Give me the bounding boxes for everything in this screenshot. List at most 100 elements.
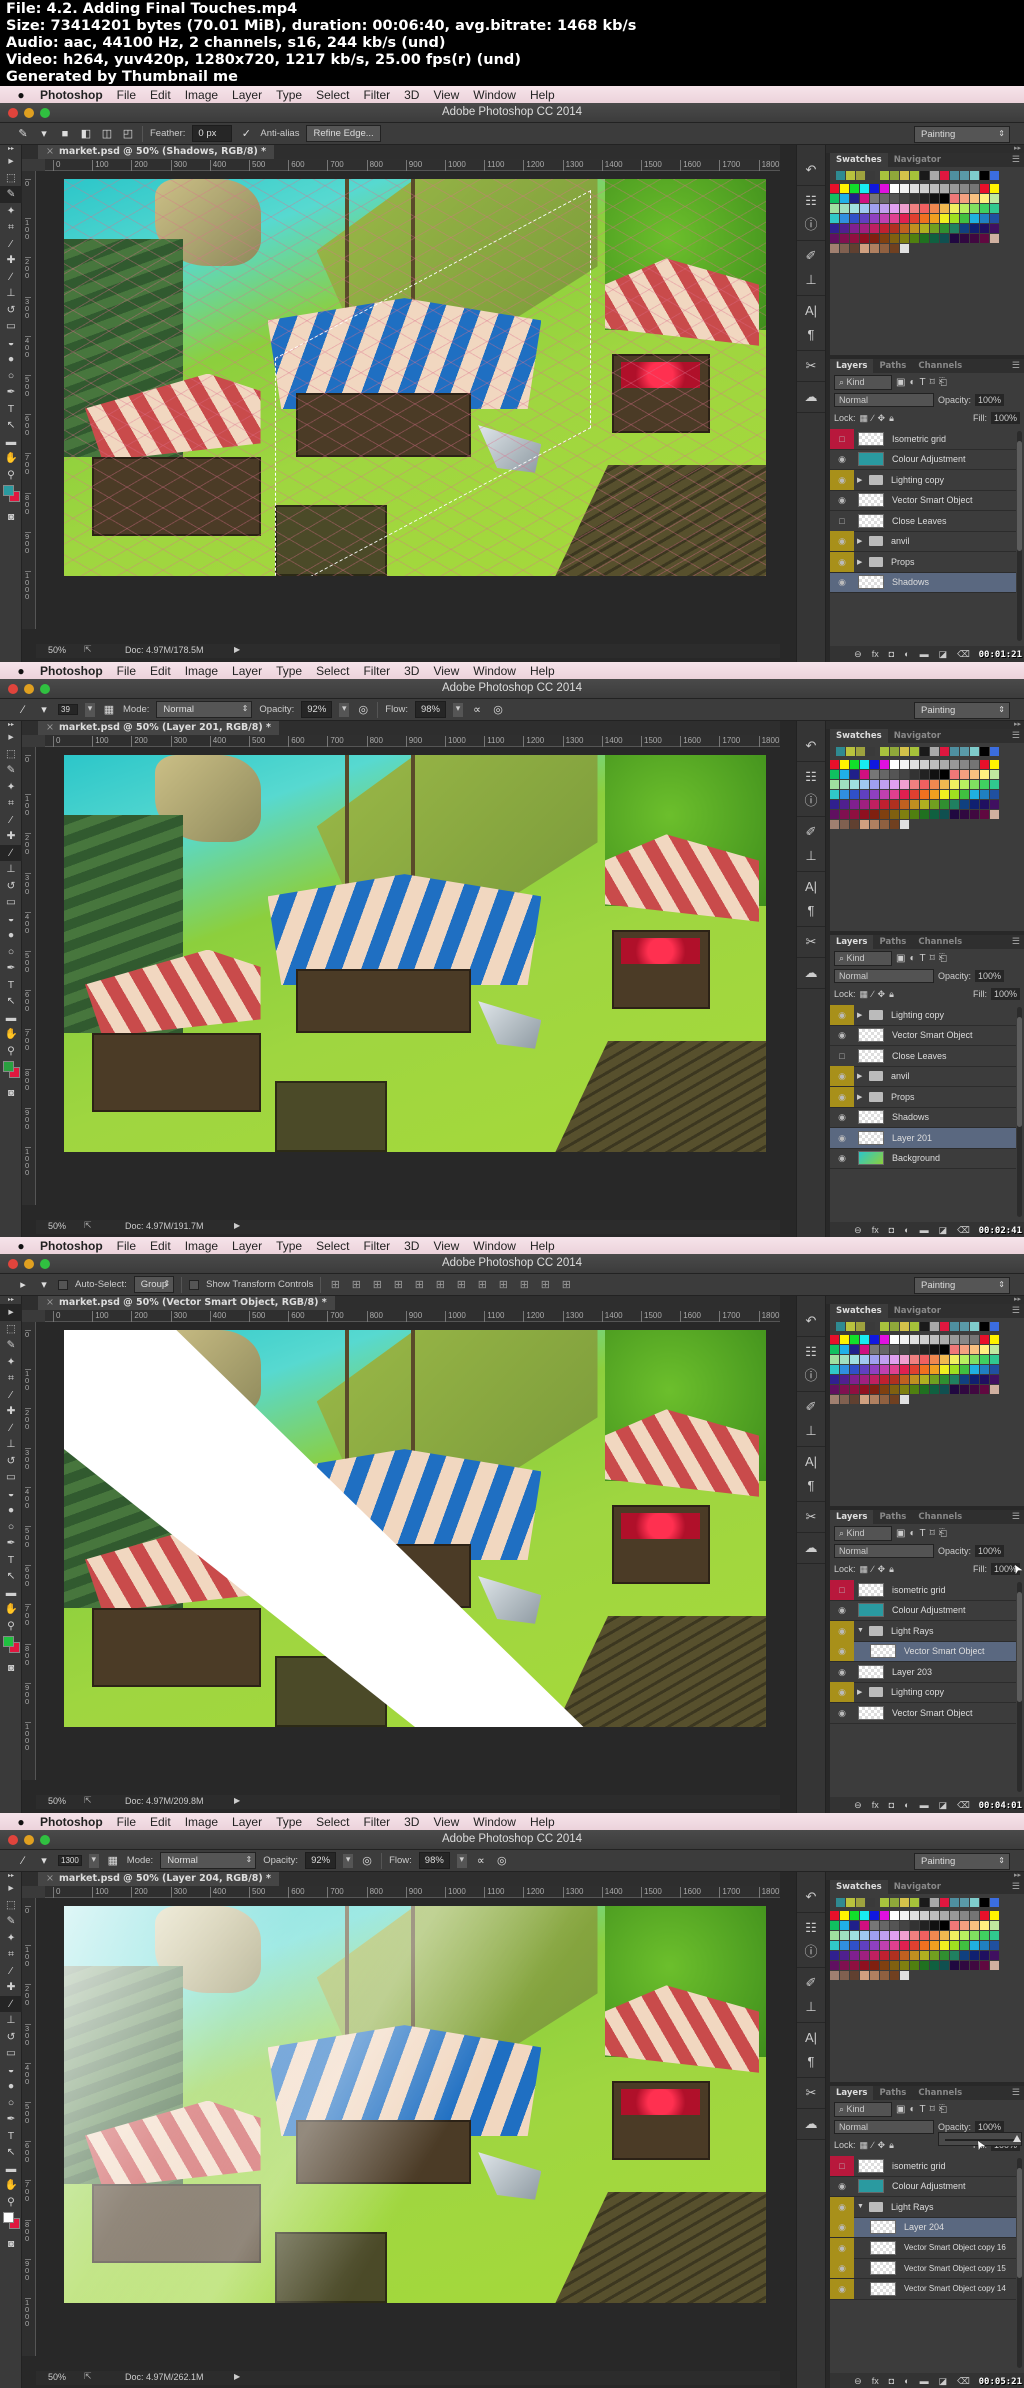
swatch[interactable] xyxy=(830,1921,839,1930)
swatch[interactable] xyxy=(860,790,869,799)
swatch[interactable] xyxy=(910,770,919,779)
swatch[interactable] xyxy=(930,1911,939,1920)
swatch[interactable] xyxy=(920,1898,929,1907)
swatch[interactable] xyxy=(880,1941,889,1950)
swatch[interactable] xyxy=(920,204,929,213)
eye-icon[interactable]: ◉ xyxy=(830,2176,854,2196)
lock-all-icon[interactable]: 🔒︎ xyxy=(889,1564,894,1575)
layer-fill-field[interactable]: 100% xyxy=(990,988,1020,1000)
swatch[interactable] xyxy=(910,760,919,769)
document-canvas[interactable] xyxy=(64,179,766,576)
panel-menu-icon[interactable]: ☰ xyxy=(1008,359,1024,373)
swatch[interactable] xyxy=(830,1375,839,1384)
menu-help[interactable]: Help xyxy=(530,88,555,102)
swatch[interactable] xyxy=(870,1375,879,1384)
swatch[interactable] xyxy=(840,1395,849,1404)
swatch[interactable] xyxy=(970,171,979,180)
adjustment-icon[interactable]: ◐ xyxy=(904,1225,909,1235)
swatch[interactable] xyxy=(910,1395,919,1404)
pen-tool[interactable]: ✒ xyxy=(0,960,22,977)
rectangle-tool[interactable]: ▬ xyxy=(0,434,22,451)
brush-picker-arrow[interactable]: ▾ xyxy=(85,702,95,717)
eyedropper-tool[interactable]: ⁄ xyxy=(0,236,22,253)
menu-view[interactable]: View xyxy=(433,664,459,678)
properties-icon[interactable]: ☷ xyxy=(797,189,825,213)
swatch[interactable] xyxy=(900,790,909,799)
swatch[interactable] xyxy=(860,1911,869,1920)
swatch[interactable] xyxy=(910,234,919,243)
swatch[interactable] xyxy=(960,770,969,779)
swatch[interactable] xyxy=(850,1375,859,1384)
zoom-level[interactable]: 50% xyxy=(48,2372,66,2382)
swatch[interactable] xyxy=(980,1931,989,1940)
menu-image[interactable]: Image xyxy=(185,88,218,102)
layer-row[interactable]: ◉ Layer 204 xyxy=(830,2217,1016,2238)
swatch[interactable] xyxy=(940,1941,949,1950)
swatch[interactable] xyxy=(910,204,919,213)
brush-picker-arrow[interactable]: ▾ xyxy=(88,1853,99,1868)
swatch[interactable] xyxy=(920,1345,929,1354)
filter-shape-icon[interactable]: ⌑ xyxy=(930,377,935,388)
eye-icon[interactable]: ◉ xyxy=(830,449,854,469)
lasso-tool[interactable]: ✎ xyxy=(0,1337,22,1354)
swatch[interactable] xyxy=(880,1375,889,1384)
menu-edit[interactable]: Edit xyxy=(150,88,171,102)
swatch[interactable] xyxy=(990,204,999,213)
swatch[interactable] xyxy=(950,234,959,243)
swatch[interactable] xyxy=(960,780,969,789)
blur-tool[interactable]: ● xyxy=(0,2078,22,2095)
swatch[interactable] xyxy=(980,1375,989,1384)
swatch[interactable] xyxy=(880,234,889,243)
new-selection-icon[interactable]: ■ xyxy=(58,127,72,141)
swatch[interactable] xyxy=(950,1355,959,1364)
swatch[interactable] xyxy=(880,1385,889,1394)
zoom-tool[interactable]: ⚲ xyxy=(0,1618,22,1635)
link-icon[interactable]: ⊖ xyxy=(854,1800,862,1811)
swatch[interactable] xyxy=(980,790,989,799)
swatch[interactable] xyxy=(970,780,979,789)
creative-cloud-icon[interactable]: ☁ xyxy=(797,961,825,985)
swatch[interactable] xyxy=(930,770,939,779)
eye-icon[interactable]: ◉ xyxy=(830,531,854,552)
swatch[interactable] xyxy=(980,760,989,769)
tab-navigator[interactable]: Navigator xyxy=(888,153,947,167)
swatch[interactable] xyxy=(830,1961,839,1970)
lock-pixels-icon[interactable]: ∕ xyxy=(872,989,874,999)
airbrush-icon[interactable]: ∝ xyxy=(474,1854,488,1868)
document-tab[interactable]: × market.psd @ 50% (Shadows, RGB/8) * xyxy=(38,145,275,159)
swatch[interactable] xyxy=(860,1365,869,1374)
swatch[interactable] xyxy=(950,760,959,769)
layer-row[interactable]: ◉ Background xyxy=(830,1149,1016,1169)
swatch[interactable] xyxy=(900,810,909,819)
swatch[interactable] xyxy=(880,1395,889,1404)
swatch[interactable] xyxy=(960,171,969,180)
foreground-color[interactable] xyxy=(3,1636,14,1647)
swatch[interactable] xyxy=(850,800,859,809)
eraser-tool[interactable]: ▭ xyxy=(0,2045,22,2062)
swatch[interactable] xyxy=(960,1355,969,1364)
chevron-down-icon[interactable]: ▾ xyxy=(37,1854,51,1868)
swatch[interactable] xyxy=(846,747,855,756)
swatch[interactable] xyxy=(940,770,949,779)
align-bottom-icon[interactable]: ⊞ xyxy=(370,1278,384,1292)
panel-menu-icon[interactable]: ☰ xyxy=(1008,1510,1024,1524)
swatch[interactable] xyxy=(970,1961,979,1970)
pen-tool[interactable]: ✒ xyxy=(0,384,22,401)
lasso-tool[interactable]: ✎ xyxy=(0,762,22,779)
swatch[interactable] xyxy=(830,1951,839,1960)
layer-row[interactable]: □ isometric grid xyxy=(830,2155,1016,2177)
layer-row[interactable]: ◉ Layer 201 xyxy=(830,1128,1016,1149)
fx-icon[interactable]: fx xyxy=(872,2376,879,2386)
swatch[interactable] xyxy=(850,820,859,829)
expand-arrow-icon[interactable]: ▶ xyxy=(857,558,865,566)
eye-icon[interactable]: ◉ xyxy=(830,490,854,510)
swatch[interactable] xyxy=(910,1335,919,1344)
clone-stamp-tool[interactable]: ⊥ xyxy=(0,285,22,302)
link-icon[interactable]: ⊖ xyxy=(854,649,862,660)
creative-cloud-icon[interactable]: ☁ xyxy=(797,385,825,409)
swatch[interactable] xyxy=(940,820,949,829)
swatch[interactable] xyxy=(860,194,869,203)
swatch[interactable] xyxy=(980,1345,989,1354)
horizontal-ruler[interactable]: 0 100 200 300 400 500 600 700 800 900 1000 1100 1200… xyxy=(45,1310,780,1322)
lock-all-icon[interactable]: 🔒︎ xyxy=(889,413,894,424)
